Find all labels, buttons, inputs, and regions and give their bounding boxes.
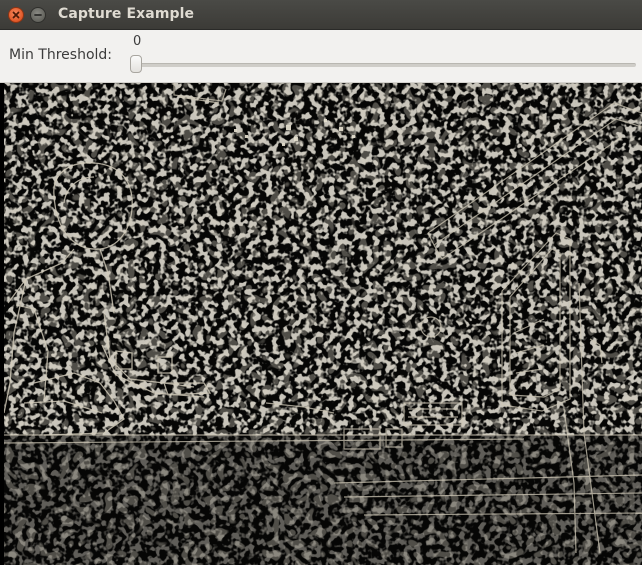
edge-image bbox=[4, 83, 642, 565]
threshold-slider-handle[interactable] bbox=[130, 55, 142, 73]
window-title: Capture Example bbox=[58, 6, 195, 22]
capture-view bbox=[4, 83, 642, 565]
close-button[interactable] bbox=[8, 7, 24, 23]
threshold-label: Min Threshold: bbox=[9, 47, 113, 63]
minimize-icon bbox=[34, 14, 42, 16]
close-icon bbox=[12, 11, 20, 19]
threshold-value: 0 bbox=[133, 34, 142, 49]
title-bar[interactable]: Capture Example bbox=[0, 0, 642, 30]
capture-window: Capture Example Min Threshold: 0 bbox=[0, 0, 642, 565]
trackbar-panel: Min Threshold: 0 bbox=[0, 30, 642, 83]
threshold-slider-track[interactable] bbox=[130, 63, 636, 67]
minimize-button[interactable] bbox=[30, 7, 46, 23]
